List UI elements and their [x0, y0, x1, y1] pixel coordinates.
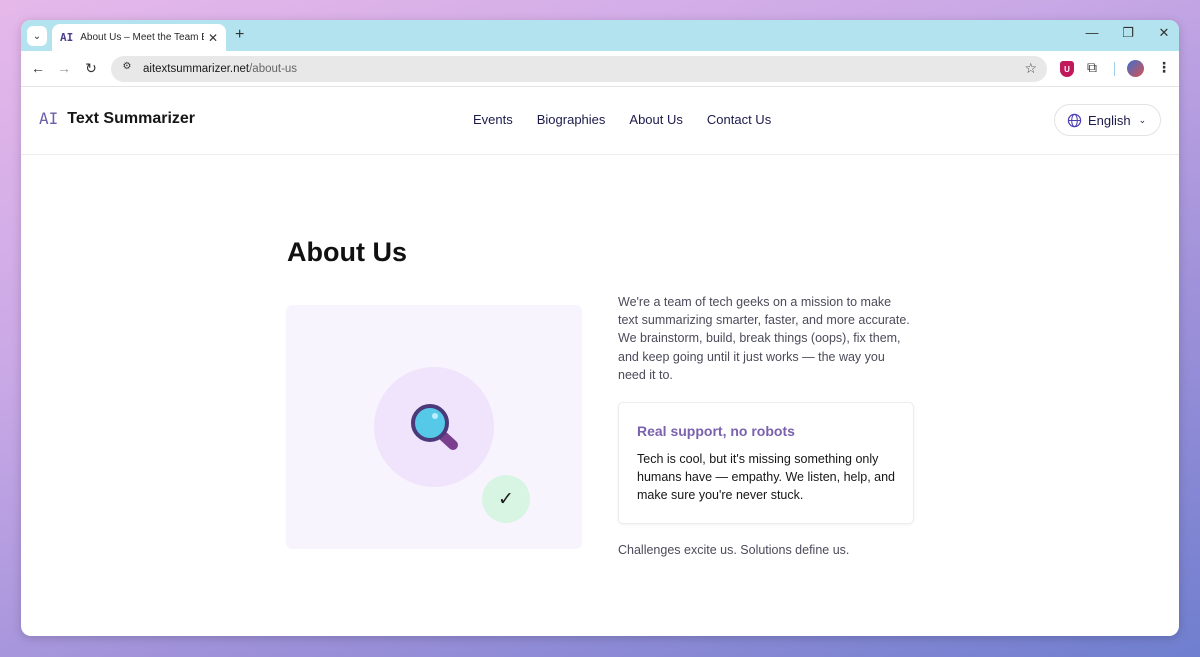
support-card: Real support, no robots Tech is cool, bu…	[618, 402, 914, 524]
active-tab[interactable]: AI About Us – Meet the Team Behi ✕	[52, 24, 226, 51]
address-bar[interactable]: ⚙ aitextsummarizer.net /about-us ☆	[111, 56, 1047, 82]
restore-icon[interactable]: ❐	[1121, 25, 1135, 41]
card-body: Tech is cool, but it's missing something…	[637, 452, 896, 502]
extensions-puzzle-icon[interactable]: ⧉	[1087, 59, 1097, 76]
card-title: Real support, no robots	[637, 423, 795, 439]
browser-toolbar: ← → ↻ ⚙ aitextsummarizer.net /about-us ☆…	[21, 51, 1179, 87]
check-icon: ✓	[482, 475, 530, 523]
forward-icon[interactable]: →	[55, 60, 73, 76]
nav-item-about-us[interactable]: About Us	[629, 112, 682, 127]
ublock-extension-icon[interactable]: U	[1060, 61, 1074, 77]
magnifier-icon	[411, 404, 458, 450]
tab-title: About Us – Meet the Team Behi	[80, 32, 204, 43]
url-path: /about-us	[249, 63, 298, 75]
tab-strip: ⌄ AI About Us – Meet the Team Behi ✕ + —…	[21, 20, 1179, 51]
site-logo[interactable]: AI Text Summarizer	[39, 109, 195, 128]
tab-favicon-icon: AI	[60, 31, 74, 44]
bookmark-star-icon[interactable]: ☆	[1024, 60, 1037, 77]
new-tab-icon[interactable]: +	[235, 26, 244, 44]
url-host: aitextsummarizer.net	[143, 63, 250, 75]
browser-menu-icon[interactable]: ⋮	[1157, 59, 1171, 76]
main-nav: Events Biographies About Us Contact Us	[473, 112, 771, 127]
intro-paragraph: We're a team of tech geeks on a mission …	[618, 295, 910, 382]
site-header: AI Text Summarizer Events Biographies Ab…	[21, 87, 1179, 155]
reload-icon[interactable]: ↻	[82, 60, 100, 77]
browser-window: ⌄ AI About Us – Meet the Team Behi ✕ + —…	[21, 20, 1179, 636]
tab-search-button[interactable]: ⌄	[27, 26, 47, 46]
tagline: Challenges excite us. Solutions define u…	[618, 543, 850, 557]
nav-item-biographies[interactable]: Biographies	[537, 112, 606, 127]
window-controls: — ❐ ✕	[1085, 25, 1171, 41]
globe-icon	[1067, 113, 1082, 127]
nav-item-contact-us[interactable]: Contact Us	[707, 112, 771, 127]
tab-close-icon[interactable]: ✕	[208, 31, 218, 45]
page-title: About Us	[287, 237, 407, 267]
language-label: English	[1088, 112, 1131, 128]
logo-mark: AI	[39, 109, 59, 128]
main-content: About Us ✓ We're a team of tech geeks on…	[21, 155, 1179, 635]
minimize-icon[interactable]: —	[1085, 25, 1099, 41]
close-window-icon[interactable]: ✕	[1157, 25, 1171, 41]
about-illustration: ✓	[286, 305, 582, 549]
site-info-icon[interactable]: ⚙	[119, 61, 135, 77]
language-selector[interactable]: English ⌄	[1054, 104, 1161, 136]
chevron-down-icon: ⌄	[1138, 114, 1147, 125]
nav-item-events[interactable]: Events	[473, 112, 513, 127]
back-icon[interactable]: ←	[29, 60, 47, 76]
profile-avatar[interactable]	[1127, 60, 1144, 77]
logo-text: Text Summarizer	[67, 109, 196, 127]
toolbar-separator	[1114, 62, 1115, 76]
chevron-down-icon: ⌄	[32, 30, 42, 42]
